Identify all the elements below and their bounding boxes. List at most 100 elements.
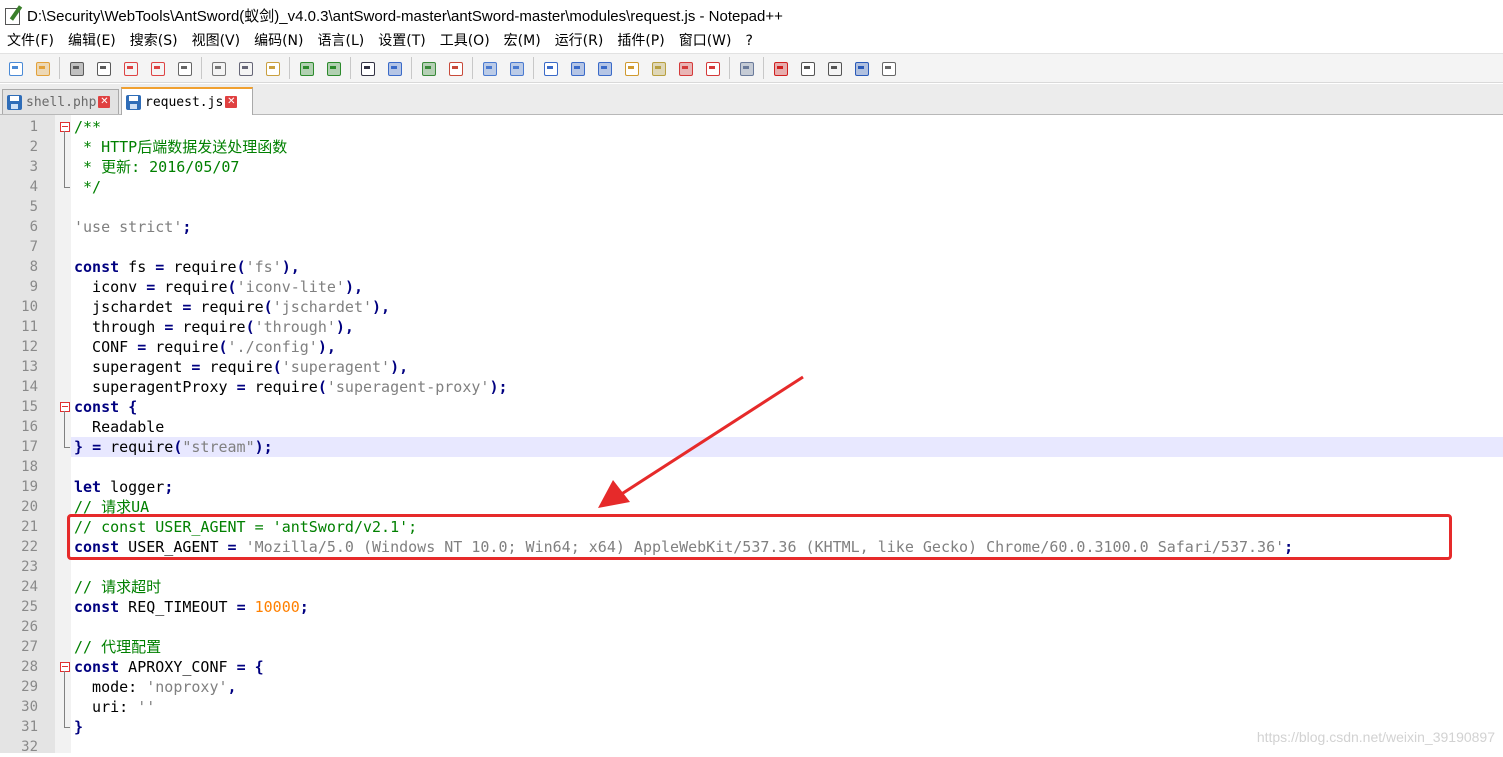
code-text[interactable]: /** bbox=[74, 117, 101, 137]
code-line[interactable]: 19 let logger; bbox=[0, 477, 1503, 497]
fold-toggle-icon[interactable] bbox=[60, 657, 71, 677]
code-line[interactable]: 26 bbox=[0, 617, 1503, 637]
code-line[interactable]: 10 jschardet = require('jschardet'), bbox=[0, 297, 1503, 317]
code-line[interactable]: 6 'use strict'; bbox=[0, 217, 1503, 237]
menu-item[interactable]: 插件(P) bbox=[610, 30, 671, 52]
code-text[interactable]: const fs = require('fs'), bbox=[74, 257, 300, 277]
code-text[interactable]: uri: '' bbox=[74, 697, 155, 717]
code-line[interactable]: 11 through = require('through'), bbox=[0, 317, 1503, 337]
code-text[interactable]: * HTTP后端数据发送处理函数 bbox=[74, 137, 287, 157]
open-file-button[interactable] bbox=[31, 57, 53, 79]
code-text[interactable]: } = require("stream"); bbox=[74, 437, 273, 457]
redo-button[interactable] bbox=[322, 57, 344, 79]
code-text[interactable]: jschardet = require('jschardet'), bbox=[74, 297, 390, 317]
record-macro-button[interactable] bbox=[769, 57, 791, 79]
code-text[interactable]: superagent = require('superagent'), bbox=[74, 357, 408, 377]
code-text[interactable]: let logger; bbox=[74, 477, 173, 497]
code-text[interactable]: const { bbox=[74, 397, 137, 417]
menu-item[interactable]: 工具(O) bbox=[433, 30, 497, 52]
code-line[interactable]: 23 bbox=[0, 557, 1503, 577]
fold-toggle-icon[interactable] bbox=[60, 397, 71, 417]
code-line[interactable]: 17} = require("stream"); bbox=[0, 437, 1503, 457]
code-text[interactable]: CONF = require('./config'), bbox=[74, 337, 336, 357]
code-text[interactable]: * 更新: 2016/05/07 bbox=[74, 157, 239, 177]
code-text[interactable]: 'use strict'; bbox=[74, 217, 191, 237]
code-line[interactable]: 16 Readable bbox=[0, 417, 1503, 437]
fold-toggle-icon[interactable] bbox=[60, 117, 71, 137]
play-macro-button[interactable] bbox=[823, 57, 845, 79]
code-text[interactable]: } bbox=[74, 717, 83, 737]
code-text[interactable]: const REQ_TIMEOUT = 10000; bbox=[74, 597, 309, 617]
code-text[interactable]: mode: 'noproxy', bbox=[74, 677, 237, 697]
doc-map-button[interactable] bbox=[620, 57, 642, 79]
code-editor[interactable]: 1/** 2 * HTTP后端数据发送处理函数 3 * 更新: 2016/05/07… bbox=[0, 115, 1503, 755]
cut-button[interactable] bbox=[207, 57, 229, 79]
menu-item[interactable]: 编码(N) bbox=[247, 30, 310, 52]
code-text[interactable]: Readable bbox=[74, 417, 164, 437]
save-button[interactable] bbox=[65, 57, 87, 79]
code-line[interactable]: 24 // 请求超时 bbox=[0, 577, 1503, 597]
save-all-button[interactable] bbox=[92, 57, 114, 79]
menu-item[interactable]: ? bbox=[739, 30, 760, 52]
menu-item[interactable]: 设置(T) bbox=[371, 30, 432, 52]
menu-item[interactable]: 编辑(E) bbox=[61, 30, 123, 52]
function-list-button[interactable] bbox=[647, 57, 669, 79]
code-text[interactable]: const APROXY_CONF = { bbox=[74, 657, 264, 677]
word-wrap-button[interactable] bbox=[539, 57, 561, 79]
code-line[interactable]: 28 const APROXY_CONF = { bbox=[0, 657, 1503, 677]
code-line[interactable]: 12 CONF = require('./config'), bbox=[0, 337, 1503, 357]
code-text[interactable]: through = require('through'), bbox=[74, 317, 354, 337]
code-line[interactable]: 1 /** bbox=[0, 117, 1503, 137]
copy-button[interactable] bbox=[234, 57, 256, 79]
zoom-in-button[interactable] bbox=[417, 57, 439, 79]
print-button[interactable] bbox=[173, 57, 195, 79]
close-button[interactable] bbox=[119, 57, 141, 79]
sync-vertical-button[interactable] bbox=[478, 57, 500, 79]
folder-workspace-button[interactable] bbox=[674, 57, 696, 79]
code-line[interactable]: 5 bbox=[0, 197, 1503, 217]
find-button[interactable] bbox=[356, 57, 378, 79]
code-text[interactable]: // 请求超时 bbox=[74, 577, 161, 597]
new-file-button[interactable] bbox=[4, 57, 26, 79]
menu-item[interactable]: 搜索(S) bbox=[123, 30, 185, 52]
stop-record-button[interactable] bbox=[796, 57, 818, 79]
tab-request-js[interactable]: request.js ✕ bbox=[121, 87, 253, 115]
menu-item[interactable]: 文件(F) bbox=[0, 30, 61, 52]
code-text[interactable]: iconv = require('iconv-lite'), bbox=[74, 277, 363, 297]
save-macro-button[interactable] bbox=[877, 57, 899, 79]
undo-button[interactable] bbox=[295, 57, 317, 79]
code-text[interactable]: // 代理配置 bbox=[74, 637, 161, 657]
code-line[interactable]: 18 bbox=[0, 457, 1503, 477]
menu-item[interactable]: 宏(M) bbox=[497, 30, 548, 52]
sync-horizontal-button[interactable] bbox=[505, 57, 527, 79]
code-line[interactable]: 27 // 代理配置 bbox=[0, 637, 1503, 657]
code-line[interactable]: 25 const REQ_TIMEOUT = 10000; bbox=[0, 597, 1503, 617]
replace-button[interactable] bbox=[383, 57, 405, 79]
code-line[interactable]: 7 bbox=[0, 237, 1503, 257]
paste-button[interactable] bbox=[261, 57, 283, 79]
code-text[interactable]: superagentProxy = require('superagent-pr… bbox=[74, 377, 507, 397]
code-line[interactable]: 13 superagent = require('superagent'), bbox=[0, 357, 1503, 377]
code-text[interactable]: */ bbox=[74, 177, 101, 197]
eye-button[interactable] bbox=[735, 57, 757, 79]
menu-item[interactable]: 视图(V) bbox=[185, 30, 248, 52]
monitoring-button[interactable] bbox=[701, 57, 723, 79]
code-line[interactable]: 15 const { bbox=[0, 397, 1503, 417]
run-macro-multiple-button[interactable] bbox=[850, 57, 872, 79]
tab-close-icon[interactable]: ✕ bbox=[225, 96, 238, 108]
code-line[interactable]: 29 mode: 'noproxy', bbox=[0, 677, 1503, 697]
code-line[interactable]: 9 iconv = require('iconv-lite'), bbox=[0, 277, 1503, 297]
zoom-out-button[interactable] bbox=[444, 57, 466, 79]
tab-close-icon[interactable]: ✕ bbox=[98, 96, 111, 108]
show-all-chars-button[interactable] bbox=[566, 57, 588, 79]
code-line[interactable]: 8 const fs = require('fs'), bbox=[0, 257, 1503, 277]
code-line[interactable]: 14 superagentProxy = require('superagent… bbox=[0, 377, 1503, 397]
indent-guide-button[interactable] bbox=[593, 57, 615, 79]
close-all-button[interactable] bbox=[146, 57, 168, 79]
code-line[interactable]: 3 * 更新: 2016/05/07 bbox=[0, 157, 1503, 177]
tab-shell-php[interactable]: shell.php ✕ bbox=[2, 89, 119, 114]
code-line[interactable]: 30 uri: '' bbox=[0, 697, 1503, 717]
menu-item[interactable]: 语言(L) bbox=[311, 30, 372, 52]
code-line[interactable]: 2 * HTTP后端数据发送处理函数 bbox=[0, 137, 1503, 157]
menu-item[interactable]: 窗口(W) bbox=[672, 30, 739, 52]
